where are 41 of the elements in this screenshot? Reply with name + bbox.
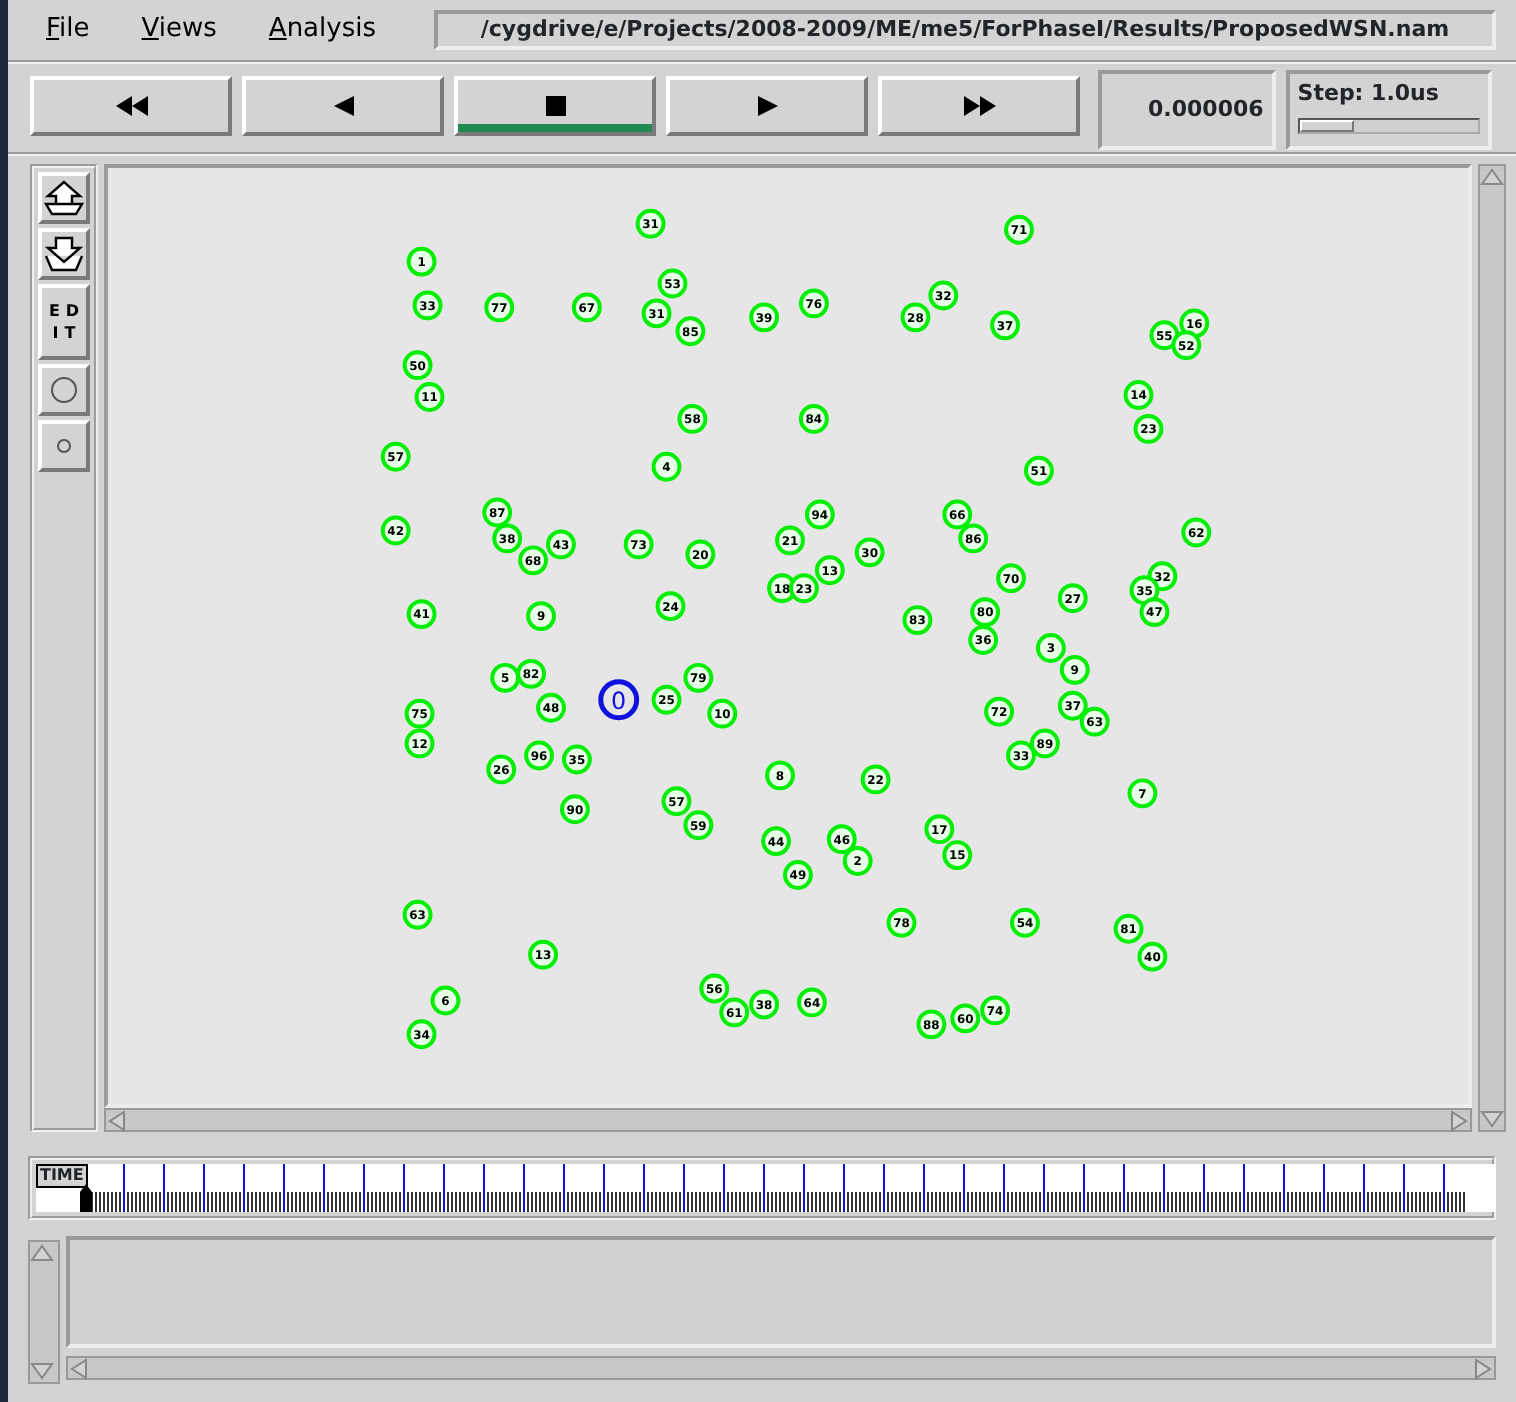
time-label: TIME [36,1164,88,1188]
network-canvas[interactable] [104,164,1472,1108]
fast-forward-icon [963,96,996,116]
menu-item[interactable]: Analysis [258,10,386,50]
scroll-left-icon[interactable] [68,1358,92,1380]
message-text-area[interactable] [66,1236,1496,1348]
file-path-field: /cygdrive/e/Projects/2008-2009/ME/me5/ForPhaseI/Results/ProposedWSN.nam [433,10,1496,50]
playback-button[interactable] [30,76,233,136]
scroll-up-icon[interactable] [1480,166,1504,188]
node-size-button[interactable] [38,420,90,472]
stop-icon [545,96,566,116]
circle-icon [50,376,78,404]
node-size-button[interactable] [38,364,90,416]
scroll-up-icon[interactable] [30,1242,54,1264]
vertical-scrollbar[interactable] [28,1240,60,1384]
vertical-scrollbar[interactable] [1478,164,1506,1132]
playback-button[interactable] [454,76,657,136]
menu-item[interactable]: File [36,10,100,50]
small-circle-icon [56,438,72,454]
time-display: 0.000006 [1098,70,1276,150]
fast-rewind-icon [115,96,148,116]
horizontal-scrollbar[interactable] [66,1356,1496,1380]
scroll-down-icon[interactable] [30,1360,54,1382]
zoom-out-button[interactable] [38,228,90,280]
timeline-ruler[interactable] [36,1164,1496,1212]
step-label: Step: 1.0us [1297,78,1441,110]
up-arrow-platform-icon [44,180,84,216]
playback-button[interactable] [878,76,1081,136]
zoom-in-button[interactable] [38,172,90,224]
base-station-node[interactable]: 0 [598,679,640,721]
down-arrow-platform-icon [44,236,84,272]
scroll-right-icon[interactable] [1470,1358,1494,1380]
horizontal-scrollbar[interactable] [104,1108,1472,1132]
menu-item[interactable]: Views [131,10,227,50]
rewind-icon [333,96,354,116]
step-slider-track[interactable] [1297,117,1480,133]
edit-button[interactable]: EDIT [38,284,90,360]
step-slider-thumb[interactable] [1299,119,1354,131]
play-icon [757,96,778,116]
time-marker-icon[interactable] [80,1184,92,1212]
scroll-down-icon[interactable] [1480,1108,1504,1130]
